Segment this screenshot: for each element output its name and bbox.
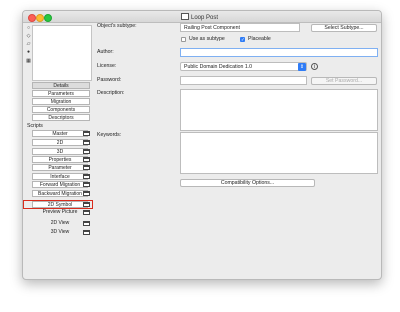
tab-descriptors[interactable]: Descriptors xyxy=(32,114,90,121)
circle-icon[interactable]: ○ xyxy=(26,26,31,31)
window-icon[interactable] xyxy=(83,165,90,170)
info-icon[interactable]: i xyxy=(311,63,318,70)
window-icon[interactable] xyxy=(83,131,90,136)
script-forward-migration[interactable]: Forward Migration xyxy=(32,181,88,188)
scripts-heading: Scripts xyxy=(27,123,43,129)
author-field[interactable] xyxy=(180,48,378,57)
window-icon[interactable] xyxy=(83,140,90,145)
compatibility-options-button[interactable]: Compatibility Options... xyxy=(180,179,315,187)
window-icon[interactable] xyxy=(83,221,90,226)
description-textarea[interactable] xyxy=(180,89,378,131)
preview-picture-item[interactable]: Preview Picture xyxy=(32,209,88,216)
license-select[interactable]: Public Domain Dedication 1.0 ⇕ xyxy=(180,62,307,71)
object-icon xyxy=(181,13,189,20)
use-as-subtype-label: Use as subtype xyxy=(189,36,225,42)
window-icon[interactable] xyxy=(83,157,90,162)
keywords-label: Keywords: xyxy=(97,132,122,138)
script-interface[interactable]: Interface xyxy=(32,173,88,180)
subtype-label: Object's subtype: xyxy=(97,23,137,29)
set-password-button[interactable]: Set Password... xyxy=(311,77,377,85)
description-label: Description: xyxy=(97,90,125,96)
license-value: Public Domain Dedication 1.0 xyxy=(184,64,253,70)
window-icon[interactable] xyxy=(83,182,90,187)
title-bar: Loop Post xyxy=(23,11,381,23)
floor-icon[interactable]: ▱ xyxy=(26,42,31,47)
script-3d[interactable]: 3D xyxy=(32,148,88,155)
grid-view-icon[interactable]: ▦ xyxy=(26,59,31,64)
author-label: Author: xyxy=(97,49,114,55)
script-properties[interactable]: Properties xyxy=(32,156,88,163)
script-backward-migration[interactable]: Backward Migration xyxy=(32,190,88,197)
script-master[interactable]: Master xyxy=(32,130,88,137)
window-title-text: Loop Post xyxy=(191,15,219,21)
window-icon[interactable] xyxy=(83,174,90,179)
tab-parameters[interactable]: Parameters xyxy=(32,90,90,97)
placeable-label: Placeable xyxy=(248,36,271,42)
sphere-icon[interactable]: ● xyxy=(26,50,31,55)
keywords-textarea[interactable] xyxy=(180,132,378,174)
window-icon[interactable] xyxy=(83,191,90,196)
password-field[interactable] xyxy=(180,76,307,85)
maximize-window-button[interactable] xyxy=(44,13,52,22)
window-icon[interactable] xyxy=(83,202,90,207)
subtype-field: Railing Post Component xyxy=(180,23,300,32)
minimize-window-button[interactable] xyxy=(36,13,44,22)
script-2d[interactable]: 2D xyxy=(32,139,88,146)
plane-icon[interactable]: ◇ xyxy=(26,34,31,39)
script-2d-symbol[interactable]: 2D Symbol xyxy=(32,201,88,208)
license-label: License: xyxy=(97,63,117,69)
3d-view-item[interactable]: 3D View xyxy=(32,229,88,236)
password-label: Password: xyxy=(97,77,122,83)
object-preview-area xyxy=(32,25,92,81)
select-subtype-button[interactable]: Select Subtype... xyxy=(311,24,377,32)
2d-view-item[interactable]: 2D View xyxy=(32,220,88,227)
tab-components[interactable]: Components xyxy=(32,106,90,113)
use-as-subtype-checkbox[interactable] xyxy=(181,37,186,42)
window-icon[interactable] xyxy=(83,230,90,235)
chevron-updown-icon: ⇕ xyxy=(298,63,306,71)
close-window-button[interactable] xyxy=(28,13,36,22)
loop-post-window: Loop Post ○ ◇ ▱ ● ▦ Details Parameters M… xyxy=(22,10,382,280)
tab-migration[interactable]: Migration xyxy=(32,98,90,105)
window-title: Loop Post xyxy=(181,13,218,21)
window-icon[interactable] xyxy=(83,210,90,215)
placeable-checkbox[interactable]: ✓ xyxy=(240,37,245,42)
script-parameter[interactable]: Parameter xyxy=(32,164,88,171)
tab-details[interactable]: Details xyxy=(32,82,90,89)
window-icon[interactable] xyxy=(83,149,90,154)
